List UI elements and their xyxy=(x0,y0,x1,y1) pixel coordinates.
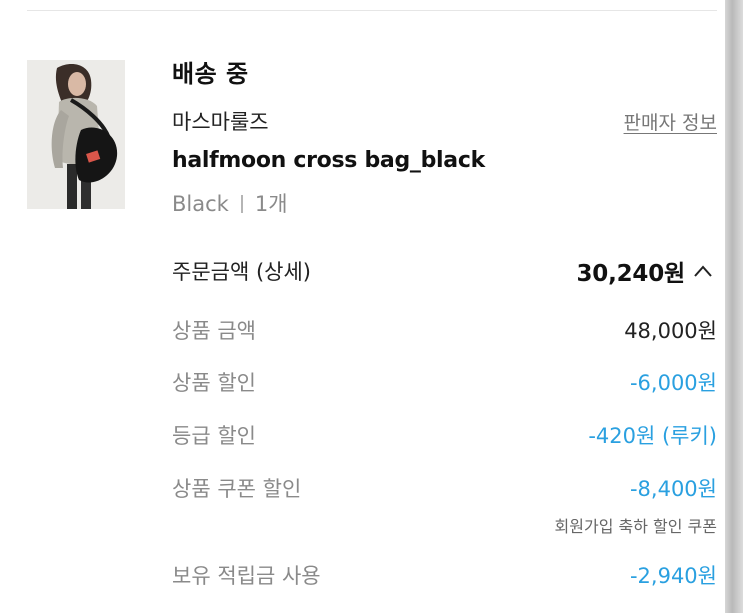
row-label-points-used: 보유 적립금 사용 xyxy=(172,564,321,588)
row-label-grade-discount: 등급 할인 xyxy=(172,424,256,448)
product-photo xyxy=(27,60,125,209)
row-value-grade-discount: -420원 (루키) xyxy=(588,424,717,448)
option-separator xyxy=(240,195,243,213)
product-option: Black 1개 xyxy=(172,188,288,218)
row-value-product-discount: -6,000원 xyxy=(629,371,717,395)
brand-name[interactable]: 마스마룰즈 xyxy=(172,106,269,136)
row-label-coupon-discount: 상품 쿠폰 할인 xyxy=(172,477,302,501)
row-label-product-discount: 상품 할인 xyxy=(172,371,256,395)
order-amount-toggle[interactable]: 30,240원 xyxy=(576,254,713,288)
coupon-name-note: 회원가입 축하 할인 쿠폰 xyxy=(554,517,717,536)
row-value-coupon-discount: -8,400원 xyxy=(629,477,717,501)
option-color: Black xyxy=(172,192,229,216)
row-label-product-price: 상품 금액 xyxy=(172,319,256,343)
product-thumbnail[interactable] xyxy=(27,60,125,209)
product-name[interactable]: halfmoon cross bag_black xyxy=(172,148,485,173)
row-value-points-used: -2,940원 xyxy=(629,564,717,588)
row-value-product-price: 48,000원 xyxy=(624,319,717,343)
order-amount-value: 30,240원 xyxy=(576,261,685,287)
delivery-status: 배송 중 xyxy=(172,60,249,88)
order-amount-label[interactable]: 주문금액 (상세) xyxy=(172,256,311,286)
seller-info-link[interactable]: 판매자 정보 xyxy=(624,108,717,135)
chevron-up-icon xyxy=(694,265,712,277)
option-quantity: 1개 xyxy=(254,192,288,216)
top-divider xyxy=(27,10,717,11)
scrollbar[interactable] xyxy=(725,0,743,613)
order-detail-page: 배송 중 마스마룰즈 판매자 정보 halfmoon cross bag_bla… xyxy=(0,0,743,613)
